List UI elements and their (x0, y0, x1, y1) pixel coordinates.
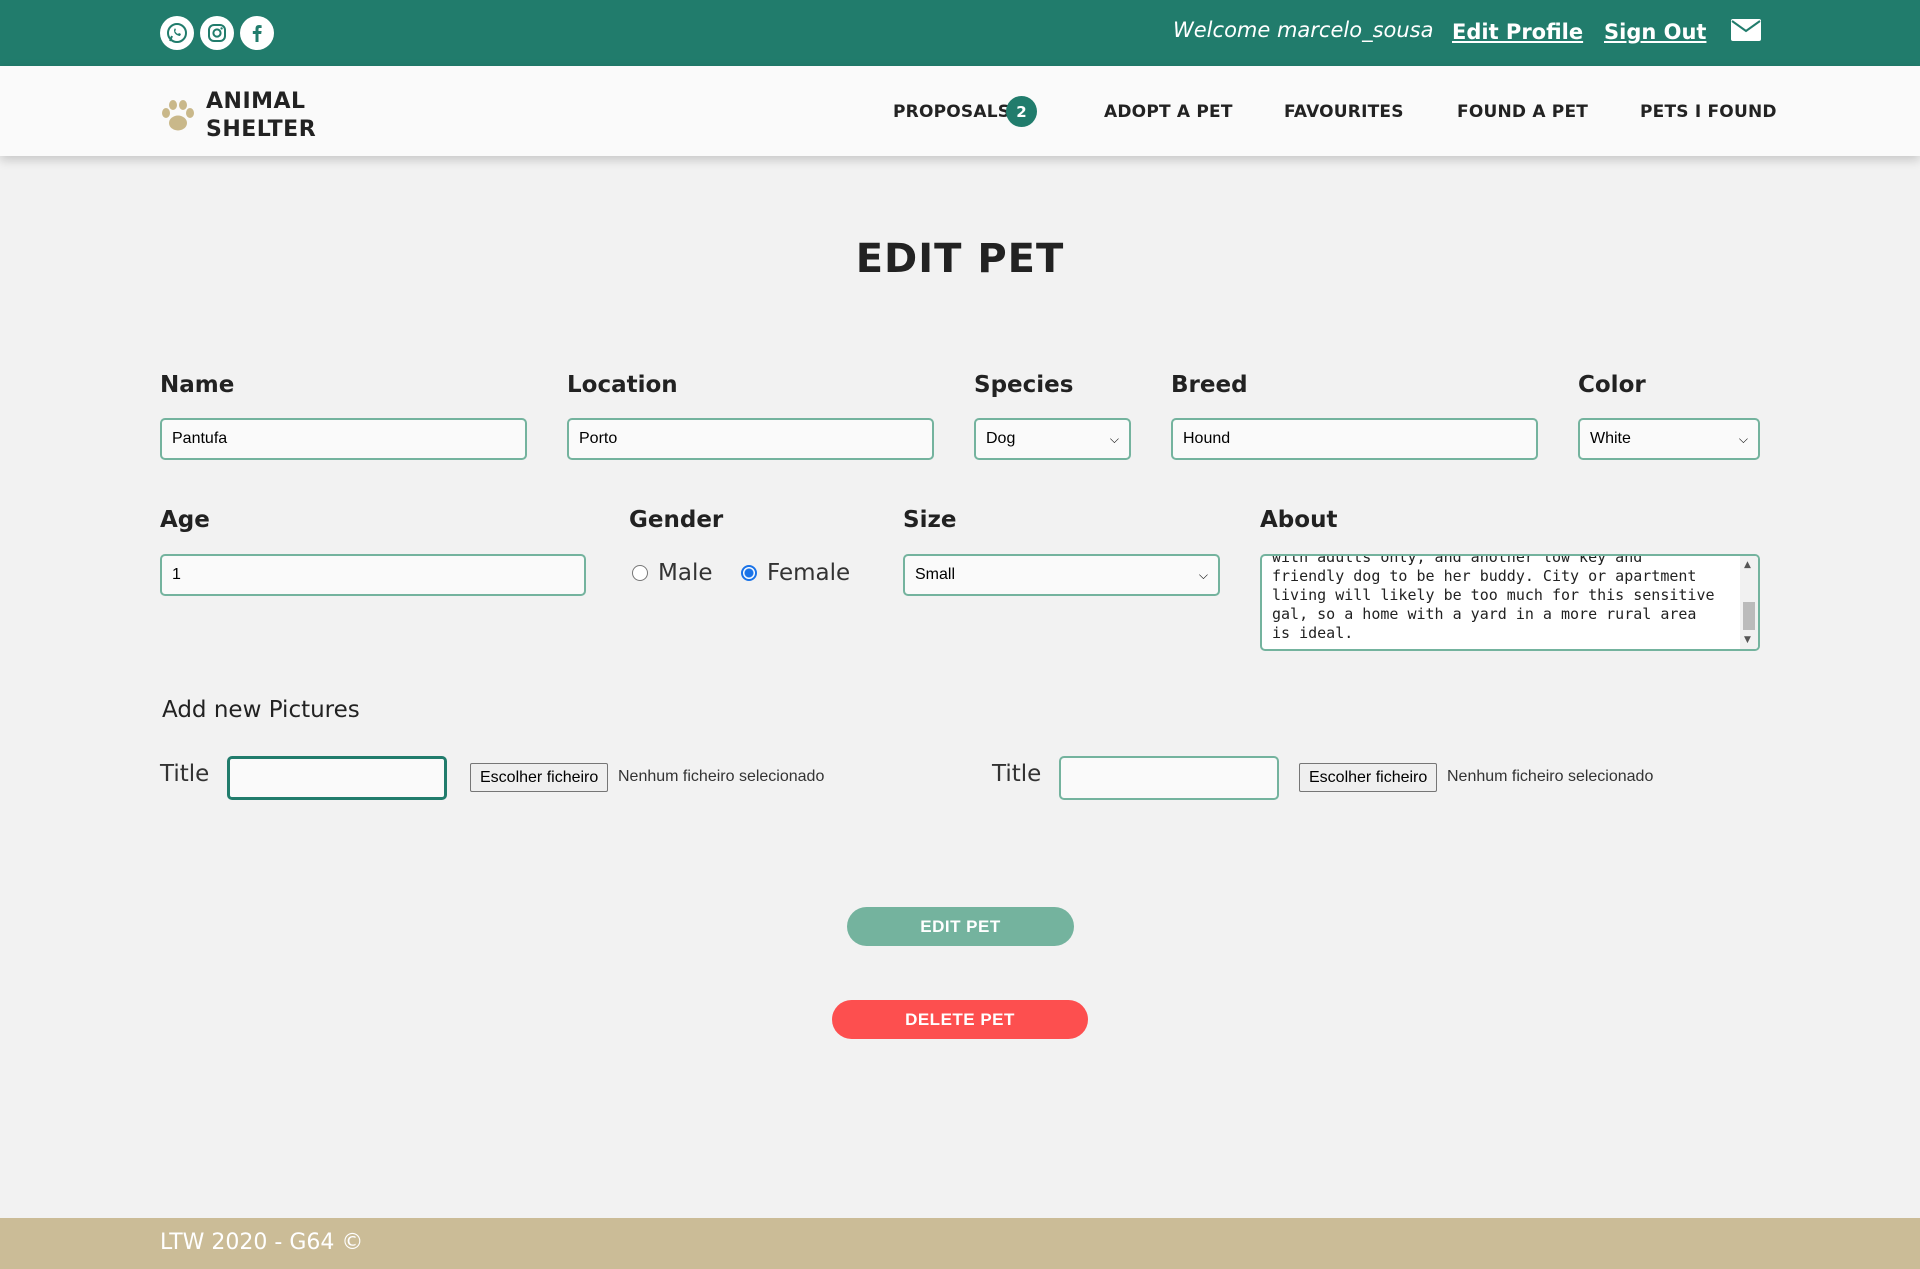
site-logo[interactable]: ANIMAL SHELTER (160, 88, 316, 144)
facebook-icon[interactable] (240, 16, 274, 50)
mail-icon[interactable] (1731, 19, 1761, 45)
sign-out-link[interactable]: Sign Out (1604, 20, 1706, 44)
file-status-text: Nenhum ficheiro selecionado (618, 768, 825, 785)
gender-label: Gender (629, 507, 724, 533)
gender-male-radio[interactable]: Male (632, 560, 712, 586)
chevron-down-icon: ⌵ (1738, 431, 1748, 446)
picture-title-input[interactable] (227, 756, 447, 800)
nav-found-a-pet[interactable]: FOUND A PET (1457, 102, 1588, 122)
file-status-text: Nenhum ficheiro selecionado (1447, 768, 1654, 785)
picture-title-label: Title (160, 761, 210, 787)
top-bar: Welcome marcelo_sousa Edit Profile Sign … (0, 0, 1920, 66)
about-label: About (1260, 507, 1338, 533)
logo-text: ANIMAL SHELTER (206, 89, 317, 142)
instagram-icon[interactable] (200, 16, 234, 50)
location-value: Porto (579, 430, 618, 447)
age-label: Age (160, 507, 210, 533)
scroll-up-icon[interactable]: ▲ (1744, 560, 1751, 570)
footer: LTW 2020 - G64 © (0, 1218, 1920, 1269)
gender-female-label: Female (767, 560, 851, 586)
footer-text: LTW 2020 - G64 © (160, 1230, 364, 1255)
page-title: EDIT PET (855, 236, 1065, 282)
gender-female-radio[interactable]: Female (741, 560, 850, 586)
species-select[interactable]: Dog ⌵ (974, 418, 1131, 460)
age-value: 1 (172, 566, 181, 583)
species-label: Species (974, 372, 1074, 398)
about-text: with adults only, and another low key an… (1272, 554, 1715, 642)
edit-pet-button[interactable]: EDIT PET (847, 907, 1074, 946)
nav-adopt-a-pet[interactable]: ADOPT A PET (1104, 102, 1233, 122)
location-label: Location (567, 372, 678, 398)
color-label: Color (1578, 372, 1646, 398)
textarea-scrollbar[interactable]: ▲ ▼ (1740, 556, 1758, 649)
chevron-down-icon: ⌵ (1198, 567, 1208, 582)
add-pictures-heading: Add new Pictures (162, 697, 360, 723)
paw-icon (162, 100, 194, 131)
nav-pets-i-found[interactable]: PETS I FOUND (1640, 102, 1777, 122)
whatsapp-icon[interactable] (160, 16, 194, 50)
name-label: Name (160, 372, 235, 398)
species-value: Dog (986, 430, 1016, 447)
edit-profile-link[interactable]: Edit Profile (1452, 20, 1583, 44)
welcome-text: Welcome marcelo_sousa (1173, 18, 1434, 42)
radio-unchecked[interactable] (632, 565, 648, 581)
choose-file-button[interactable]: Escolher ficheiro (470, 763, 609, 792)
breed-input[interactable]: Hound (1171, 418, 1538, 460)
name-value: Pantufa (172, 430, 228, 447)
about-textarea[interactable]: with adults only, and another low key an… (1260, 554, 1760, 651)
scroll-thumb[interactable] (1743, 602, 1755, 630)
social-links (160, 16, 274, 50)
size-label: Size (903, 507, 957, 533)
size-value: Small (915, 566, 956, 583)
breed-label: Breed (1171, 372, 1248, 398)
color-select[interactable]: White ⌵ (1578, 418, 1760, 460)
nav-favourites[interactable]: FAVOURITES (1284, 102, 1404, 122)
radio-checked[interactable] (741, 565, 757, 581)
chevron-down-icon: ⌵ (1109, 431, 1119, 446)
scroll-down-icon[interactable]: ▼ (1744, 635, 1751, 645)
nav-proposals[interactable]: PROPOSALS (893, 102, 1010, 122)
breed-value: Hound (1183, 430, 1231, 447)
picture-title-label: Title (992, 761, 1042, 787)
picture-title-input[interactable] (1059, 756, 1279, 800)
choose-file-button[interactable]: Escolher ficheiro (1299, 763, 1438, 792)
size-select[interactable]: Small ⌵ (903, 554, 1220, 596)
main-navbar: ANIMAL SHELTER PROPOSALS ADOPT A PET FAV… (0, 66, 1920, 156)
proposals-count-badge[interactable]: 2 (1006, 96, 1037, 127)
name-input[interactable]: Pantufa (160, 418, 527, 460)
delete-pet-button[interactable]: DELETE PET (832, 1000, 1088, 1039)
color-value: White (1590, 430, 1631, 447)
age-input[interactable]: 1 (160, 554, 586, 596)
gender-male-label: Male (658, 560, 713, 586)
location-input[interactable]: Porto (567, 418, 934, 460)
